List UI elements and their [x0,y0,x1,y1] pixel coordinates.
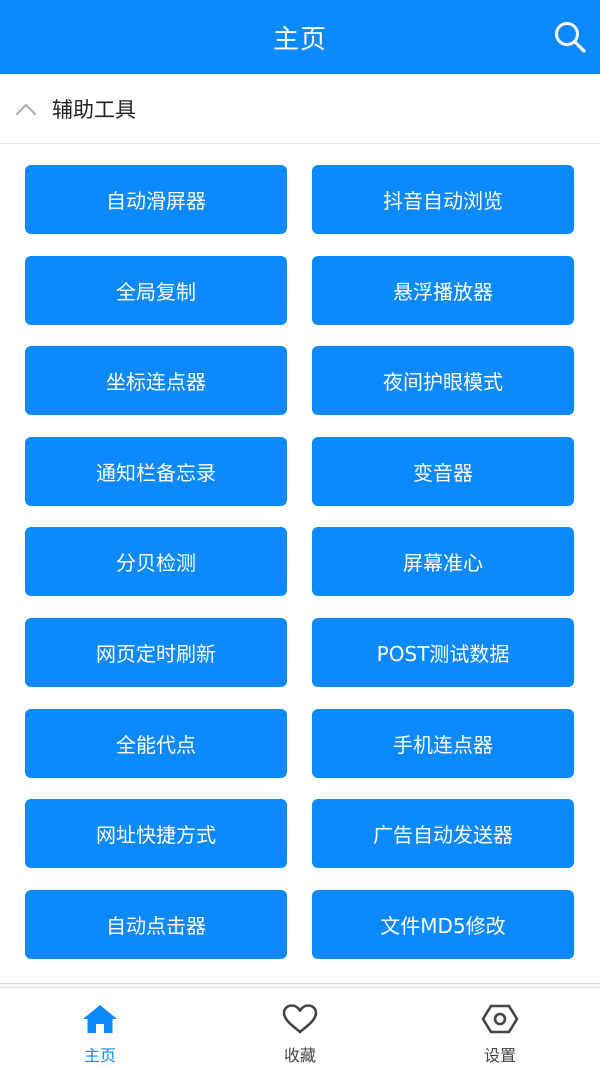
nav-label-favorites: 收藏 [283,1046,316,1065]
tool-button-coordinate-clicker[interactable]: 坐标连点器 [25,346,287,416]
page-title: 主页 [272,24,327,55]
tool-button-douyin-auto-browse[interactable]: 抖音自动浏览 [312,165,574,234]
tool-button-decibel-meter[interactable]: 分贝检测 [25,527,287,597]
tool-button-phone-clicker[interactable]: 手机连点器 [312,708,574,778]
nav-label-settings: 设置 [483,1046,516,1065]
section-title: 辅助工具 [52,97,136,122]
search-button[interactable] [550,17,590,57]
settings-icon [480,1002,520,1036]
section-header-assist-tools[interactable]: 辅助工具 [0,74,600,144]
tools-grid: 自动滑屏器 抖音自动浏览 全局复制 悬浮播放器 坐标连点器 夜间护眼模式 通知栏… [25,165,574,959]
tool-button-auto-swipe[interactable]: 自动滑屏器 [25,165,287,234]
tool-button-night-eye-mode[interactable]: 夜间护眼模式 [312,346,574,416]
tool-button-screen-crosshair[interactable]: 屏幕准心 [312,527,574,597]
tool-button-global-copy[interactable]: 全局复制 [25,255,287,325]
tool-button-file-md5-modify[interactable]: 文件MD5修改 [312,889,574,959]
home-icon [80,1002,120,1036]
tool-button-notification-memo[interactable]: 通知栏备忘录 [25,436,287,506]
heart-icon [280,1002,320,1036]
search-icon [555,22,586,53]
tool-button-all-purpose-clicker[interactable]: 全能代点 [25,708,287,778]
tool-button-voice-changer[interactable]: 变音器 [312,436,574,506]
chevron-up-icon[interactable] [14,97,38,121]
nav-item-settings[interactable]: 设置 [400,988,600,1067]
bottom-nav: 主页 收藏 设置 [0,987,600,1067]
tool-button-ad-auto-sender[interactable]: 广告自动发送器 [312,799,574,869]
tool-button-url-shortcut[interactable]: 网址快捷方式 [25,799,287,869]
tool-button-auto-clicker[interactable]: 自动点击器 [25,889,287,959]
nav-item-home[interactable]: 主页 [0,988,200,1067]
nav-label-home: 主页 [83,1046,116,1065]
tools-grid-area: 自动滑屏器 抖音自动浏览 全局复制 悬浮播放器 坐标连点器 夜间护眼模式 通知栏… [0,144,600,984]
tool-button-floating-player[interactable]: 悬浮播放器 [312,255,574,325]
tool-button-web-auto-refresh[interactable]: 网页定时刷新 [25,617,287,687]
nav-item-favorites[interactable]: 收藏 [200,988,400,1067]
app-bar: 主页 [0,0,600,74]
tool-button-post-test-data[interactable]: POST测试数据 [312,617,574,687]
